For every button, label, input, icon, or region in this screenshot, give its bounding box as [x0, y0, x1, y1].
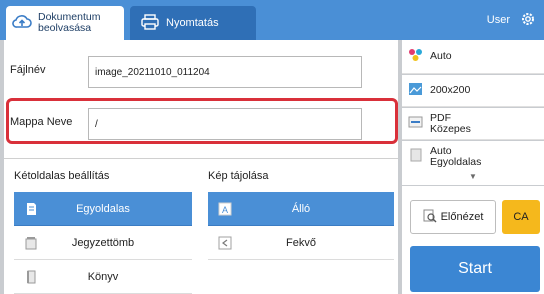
svg-text:A: A [222, 205, 228, 215]
start-button-label: Start [458, 260, 492, 277]
magnifier-icon [423, 209, 437, 226]
section-divider [4, 158, 398, 159]
file-name-input[interactable]: image_20211010_011204 [88, 56, 362, 88]
tab-print-label: Nyomtatás [166, 17, 219, 29]
file-format-value: PDF Közepes [430, 112, 471, 135]
orientation-section-title: Kép tájolása [208, 170, 269, 182]
orientation-option-portrait-label: Álló [291, 202, 311, 215]
resolution-setting[interactable]: 200x200 [402, 75, 544, 107]
duplex-option-notepad-label: Jegyzettömb [71, 236, 135, 249]
tab-scan-label: Dokumentum beolvasása [38, 12, 100, 34]
user-area: User [394, 0, 544, 40]
file-format-setting[interactable]: PDF Közepes [402, 108, 544, 140]
folder-name-row: Mappa Neve / [4, 102, 398, 146]
tab-print[interactable]: Nyomtatás [130, 6, 256, 40]
action-area: Előnézet CA Start [402, 186, 544, 294]
start-button[interactable]: Start [410, 246, 540, 292]
scan-side-value: Auto Egyoldalas [430, 145, 482, 168]
orientation-option-landscape[interactable]: Fekvő [208, 226, 394, 260]
chevron-down-icon: ▼ [469, 171, 477, 181]
pdf-format-icon [408, 115, 424, 132]
cloud-upload-icon [12, 14, 32, 33]
tab-scan-document[interactable]: Dokumentum beolvasása [6, 6, 124, 40]
duplex-option-book-label: Könyv [87, 270, 119, 283]
color-dots-icon [408, 48, 424, 65]
file-name-value: image_20211010_011204 [95, 66, 210, 78]
duplex-option-single-label: Egyoldalas [76, 202, 130, 215]
resolution-value: 200x200 [430, 84, 471, 96]
preview-button[interactable]: Előnézet [410, 200, 496, 234]
clear-all-button[interactable]: CA [502, 200, 540, 234]
duplex-section-title: Kétoldalas beállítás [14, 170, 110, 182]
landscape-icon [218, 236, 232, 250]
image-quality-icon [408, 82, 424, 99]
tab-scan-label-line2: beolvasása [38, 22, 92, 34]
book-icon [24, 270, 38, 284]
notepad-icon [24, 236, 38, 250]
folder-name-input[interactable]: / [88, 108, 362, 140]
user-label[interactable]: User [487, 14, 510, 26]
duplex-option-notepad[interactable]: Jegyzettömb [14, 226, 192, 260]
preview-button-label: Előnézet [440, 211, 484, 223]
more-settings-arrow[interactable]: ▼ [402, 167, 544, 185]
color-mode-setting[interactable]: Auto [402, 40, 544, 74]
color-mode-value: Auto [430, 50, 452, 62]
duplex-option-book[interactable]: Könyv [14, 260, 192, 294]
duplex-option-single[interactable]: Egyoldalas [14, 192, 192, 226]
clear-all-button-label: CA [513, 211, 529, 223]
file-name-label: Fájlnév [10, 64, 46, 76]
orientation-option-portrait[interactable]: A Álló [208, 192, 394, 226]
portrait-icon: A [218, 202, 232, 216]
quick-settings-panel: Auto 200x200 PDF Közepes Auto Egyoldalas… [402, 40, 544, 294]
file-name-row: Fájlnév image_20211010_011204 [4, 50, 398, 94]
scan-side-line2: Egyoldalas [430, 155, 482, 168]
orientation-option-landscape-label: Fekvő [286, 236, 316, 249]
folder-name-value: / [95, 118, 98, 130]
scan-settings-panel: Fájlnév image_20211010_011204 Mappa Neve… [4, 40, 398, 294]
printer-icon [140, 13, 160, 33]
top-bar: Dokumentum beolvasása Nyomtatás User [0, 0, 544, 40]
single-page-icon [24, 202, 38, 216]
file-format-line2: Közepes [430, 122, 471, 135]
folder-name-label: Mappa Neve [10, 116, 73, 128]
page-side-icon [408, 148, 424, 165]
gear-icon[interactable] [520, 11, 536, 30]
